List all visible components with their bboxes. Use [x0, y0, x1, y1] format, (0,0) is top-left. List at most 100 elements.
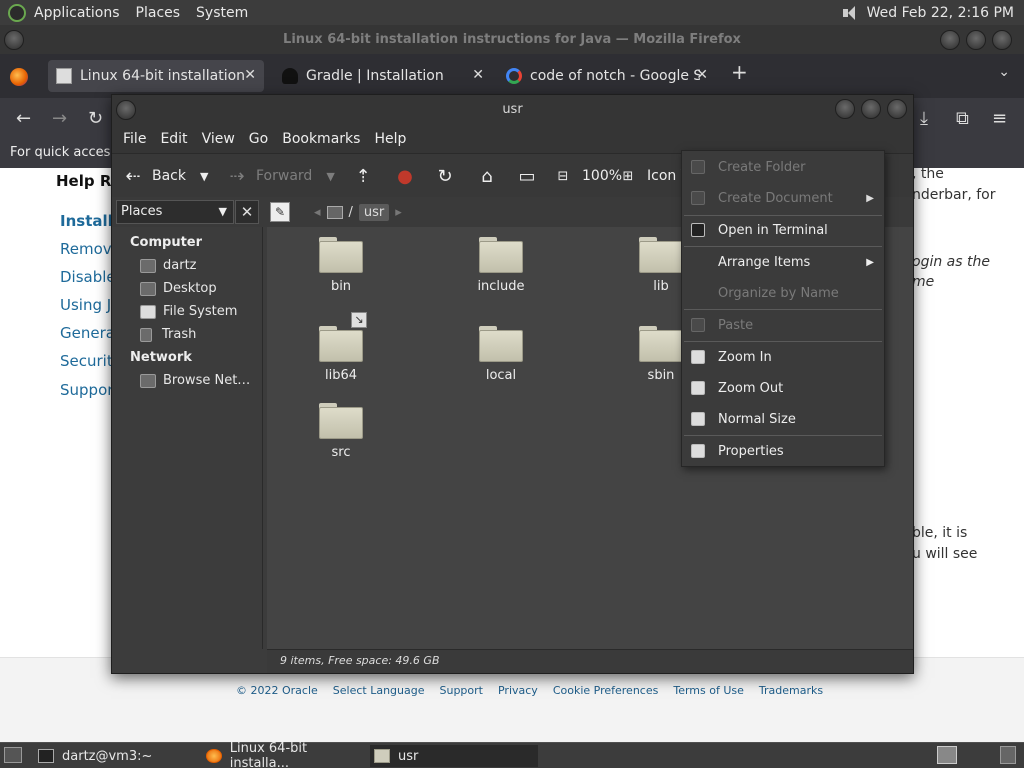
sidebar-item-trash[interactable]: Trash [140, 327, 196, 342]
tab-title: Linux 64-bit installation inst [80, 68, 250, 84]
taskbar-item-firefox[interactable]: Linux 64-bit installa... [202, 741, 368, 768]
window-menu-button[interactable] [4, 30, 24, 50]
forward-history-dropdown-icon[interactable]: ▼ [326, 170, 334, 183]
gnome-logo-icon[interactable] [8, 3, 26, 22]
close-button[interactable] [887, 99, 907, 119]
new-tab-button[interactable]: + [731, 60, 748, 84]
file-item-include[interactable]: include [441, 237, 561, 294]
menu-edit[interactable]: Edit [153, 131, 194, 147]
close-tab-icon[interactable]: ✕ [472, 67, 484, 83]
context-item-create-folder[interactable]: Create Folder [682, 152, 884, 182]
page-link-install[interactable]: Installi [60, 212, 118, 230]
minimize-button[interactable] [835, 99, 855, 119]
footer-link-trademarks[interactable]: Trademarks [759, 684, 823, 697]
file-item-local[interactable]: local [441, 326, 561, 383]
context-item-zoom-out[interactable]: Zoom Out [682, 373, 884, 403]
extensions-icon[interactable]: ⧉ [956, 108, 969, 129]
context-item-open-terminal[interactable]: Open in Terminal [682, 215, 884, 245]
taskbar-item-label: usr [398, 748, 419, 764]
close-tab-icon[interactable]: ✕ [244, 67, 256, 83]
sidebar-item-filesystem[interactable]: File System [140, 304, 237, 319]
tab-google[interactable]: code of notch - Google Searc ✕ [498, 60, 716, 92]
context-item-paste[interactable]: Paste [682, 310, 884, 340]
menu-system[interactable]: System [188, 5, 256, 21]
page-link-disable[interactable]: Disable [60, 268, 116, 286]
window-menu-button[interactable] [116, 100, 136, 120]
up-button[interactable]: ⇡ [352, 154, 382, 198]
status-bar: 9 items, Free space: 49.6 GB [267, 649, 913, 673]
firefox-titlebar: Linux 64-bit installation instructions f… [0, 25, 1024, 54]
file-item-src[interactable]: src [281, 403, 401, 460]
file-name: include [477, 279, 525, 294]
context-item-zoom-in[interactable]: Zoom In [682, 342, 884, 372]
app-menu-icon[interactable]: ≡ [992, 108, 1007, 129]
footer-link-privacy[interactable]: Privacy [498, 684, 538, 697]
menu-help[interactable]: Help [367, 131, 413, 147]
reload-button[interactable]: ↻ [434, 154, 464, 198]
menu-bookmarks[interactable]: Bookmarks [275, 131, 367, 147]
zoom-out-button[interactable]: ⊟ 100% [552, 154, 622, 198]
footer-link-support[interactable]: Support [440, 684, 483, 697]
file-item-lib64[interactable]: ↘ lib64 [281, 312, 401, 383]
tab-java[interactable]: Linux 64-bit installation inst ✕ [48, 60, 264, 92]
footer-link-terms[interactable]: Terms of Use [673, 684, 744, 697]
breadcrumb-current[interactable]: usr [358, 203, 390, 221]
breadcrumb-root[interactable]: / [349, 205, 353, 220]
close-tab-icon[interactable]: ✕ [696, 67, 708, 83]
context-item-organize-by-name[interactable]: Organize by Name [682, 278, 884, 308]
top-panel: Applications Places System Wed Feb 22, 2… [0, 0, 1024, 25]
sidebar-item-desktop[interactable]: Desktop [140, 281, 217, 296]
forward-button[interactable]: ⇢ Forward ▼ [226, 154, 334, 198]
stop-button[interactable]: ● [394, 154, 424, 198]
maximize-button[interactable] [966, 30, 986, 50]
side-pane-selector[interactable]: Places ▼ [116, 200, 234, 224]
back-button[interactable]: ⇠ Back ▼ [122, 154, 208, 198]
menu-applications[interactable]: Applications [26, 5, 128, 21]
show-desktop-icon[interactable] [4, 747, 22, 763]
drive-icon[interactable] [326, 205, 343, 219]
taskbar-item-label: dartz@vm3:~ [62, 748, 153, 764]
firefox-icon[interactable] [10, 68, 28, 86]
close-side-pane-button[interactable]: ✕ [235, 200, 259, 224]
clock[interactable]: Wed Feb 22, 2:16 PM [867, 5, 1014, 21]
trash-applet-icon[interactable] [1000, 746, 1016, 764]
page-text-fragment: ogin as the [912, 254, 990, 270]
sidebar-item-home[interactable]: dartz [140, 258, 196, 273]
breadcrumb-right-arrow-icon[interactable]: ▸ [395, 205, 402, 220]
downloads-icon[interactable]: ⤓ [920, 108, 928, 129]
taskbar-item-label: Linux 64-bit installa... [229, 741, 308, 768]
minimize-button[interactable] [940, 30, 960, 50]
computer-button[interactable]: ▭ [516, 154, 546, 198]
forward-arrow-icon[interactable]: → [52, 108, 67, 129]
context-item-arrange-items[interactable]: Arrange Items ▶ [682, 247, 884, 277]
context-item-create-document[interactable]: Create Document ▶ [682, 183, 884, 213]
list-all-tabs-icon[interactable]: ⌄ [998, 64, 1010, 80]
menu-places[interactable]: Places [128, 5, 189, 21]
maximize-button[interactable] [861, 99, 881, 119]
sidebar-item-browse-network[interactable]: Browse Net… [140, 373, 250, 388]
workspace-switcher[interactable] [937, 746, 957, 764]
volume-icon[interactable] [841, 5, 859, 21]
file-item-bin[interactable]: bin [281, 237, 401, 294]
back-arrow-icon[interactable]: ← [16, 108, 31, 129]
footer-link-language[interactable]: Select Language [333, 684, 425, 697]
tab-gradle[interactable]: Gradle | Installation ✕ [274, 60, 492, 92]
context-item-normal-size[interactable]: Normal Size [682, 404, 884, 434]
footer-link-cookies[interactable]: Cookie Preferences [553, 684, 659, 697]
taskbar-item-usr[interactable]: usr [370, 745, 538, 767]
menu-file[interactable]: File [116, 131, 153, 147]
new-document-icon [691, 191, 705, 205]
home-button[interactable]: ⌂ [476, 154, 506, 198]
reload-icon[interactable]: ↻ [88, 108, 103, 129]
close-button[interactable] [992, 30, 1012, 50]
context-item-properties[interactable]: Properties [682, 436, 884, 466]
sidebar-item-label: File System [163, 304, 238, 319]
edit-location-icon[interactable]: ✎ [270, 202, 290, 222]
submenu-arrow-icon: ▶ [866, 256, 874, 268]
view-mode-selector[interactable]: ⊞ Icon V [617, 154, 691, 198]
menu-go[interactable]: Go [242, 131, 275, 147]
taskbar-item-terminal[interactable]: dartz@vm3:~ [34, 745, 198, 767]
menu-view[interactable]: View [195, 131, 242, 147]
back-history-dropdown-icon[interactable]: ▼ [200, 170, 208, 183]
breadcrumb-left-arrow-icon[interactable]: ◂ [314, 205, 321, 220]
